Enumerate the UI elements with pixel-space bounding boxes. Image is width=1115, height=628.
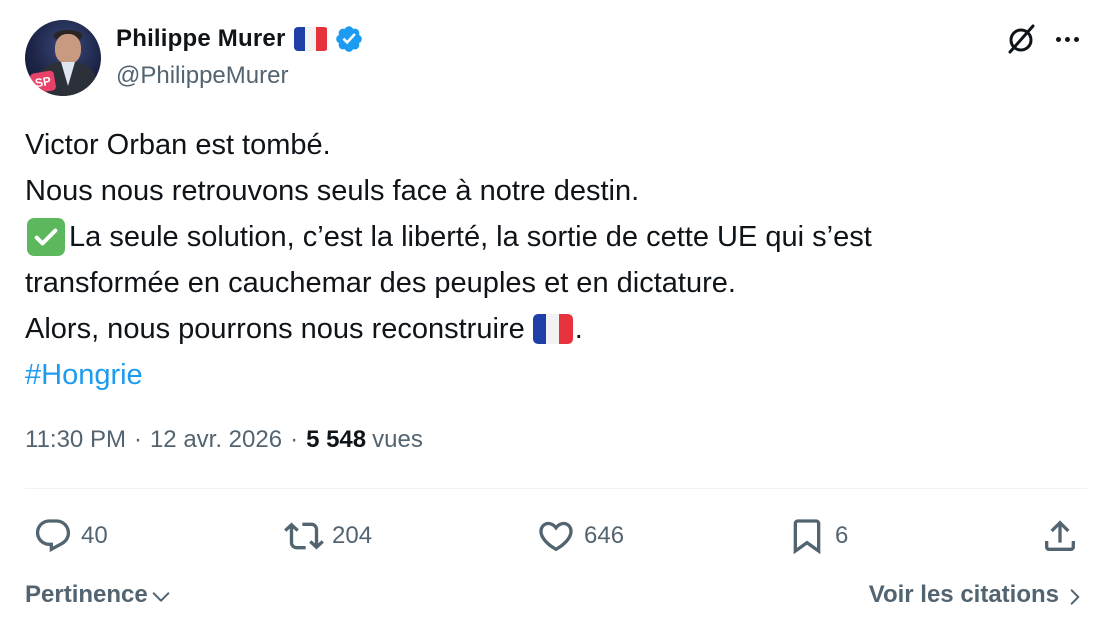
repost-icon: [284, 522, 324, 550]
tweet-date[interactable]: 12 avr. 2026: [150, 426, 282, 454]
meta-separator: ·: [290, 426, 299, 453]
tweet-time[interactable]: 11:30 PM: [25, 426, 126, 454]
grok-icon[interactable]: [1004, 22, 1038, 56]
check-mark-emoji-icon: [27, 218, 65, 256]
view-quotes-link[interactable]: Voir les citations: [869, 578, 1085, 612]
bookmark-count: 6: [835, 522, 849, 549]
views-count[interactable]: 5 548: [306, 426, 366, 454]
tweet-line: transformée en cauchemar des peuples et …: [25, 267, 736, 299]
tweet-line: Nous nous retrouvons seuls face à notre …: [25, 175, 640, 207]
tweet-line-period: .: [574, 313, 583, 345]
bookmark-icon: [793, 519, 821, 555]
tweet-line: #Hongrie: [25, 352, 1085, 398]
hashtag-link[interactable]: #Hongrie: [25, 352, 143, 398]
meta-separator: ·: [133, 426, 142, 453]
like-button[interactable]: 646: [536, 512, 624, 560]
avatar-logo: SP: [29, 70, 57, 94]
tweet-line-text: La seule solution, c’est la liberté, la …: [69, 221, 872, 253]
tweet-line-text: Alors, nous pourrons nous reconstruire: [25, 313, 525, 345]
tweet-line: Victor Orban est tombé.: [25, 129, 331, 161]
like-count: 646: [584, 522, 625, 549]
share-button[interactable]: [1040, 512, 1088, 560]
heart-icon: [539, 521, 573, 552]
tweet-line: La seule solution, c’est la liberté, la …: [25, 214, 1085, 260]
avatar-face: [55, 34, 81, 64]
french-flag-icon: [293, 27, 328, 51]
action-bar: 40 204 646 6: [0, 512, 1115, 560]
repost-count: 204: [332, 522, 373, 549]
share-icon: [1045, 520, 1075, 551]
reply-count: 40: [81, 522, 108, 549]
author-name-row[interactable]: Philippe Murer: [116, 23, 364, 55]
bookmark-button[interactable]: 6: [787, 512, 848, 560]
views-label: vues: [372, 426, 423, 453]
reply-icon: [35, 519, 71, 553]
view-quotes-label: Voir les citations: [868, 581, 1059, 608]
tweet-meta: 11:30 PM · 12 avr. 2026 · 5 548 vues: [25, 422, 423, 458]
avatar[interactable]: SP: [25, 20, 101, 96]
chevron-down-icon: [152, 592, 170, 602]
sort-label: Pertinence: [25, 581, 148, 608]
reply-button[interactable]: 40: [33, 512, 108, 560]
french-flag-emoji-icon: [532, 314, 573, 344]
tweet-line: Alors, nous pourrons nous reconstruire .: [25, 306, 1085, 352]
author-display-name[interactable]: Philippe Murer: [116, 25, 286, 53]
sort-dropdown[interactable]: Pertinence: [25, 578, 172, 612]
more-options-icon[interactable]: [1056, 30, 1084, 48]
repost-button[interactable]: 204: [284, 512, 372, 560]
divider: [25, 488, 1087, 489]
author-handle[interactable]: @PhilippeMurer: [116, 62, 288, 90]
chevron-right-icon: [1070, 589, 1080, 605]
tweet-text: Victor Orban est tombé. Nous nous retrou…: [25, 122, 1085, 398]
verified-badge-icon[interactable]: [334, 24, 364, 54]
